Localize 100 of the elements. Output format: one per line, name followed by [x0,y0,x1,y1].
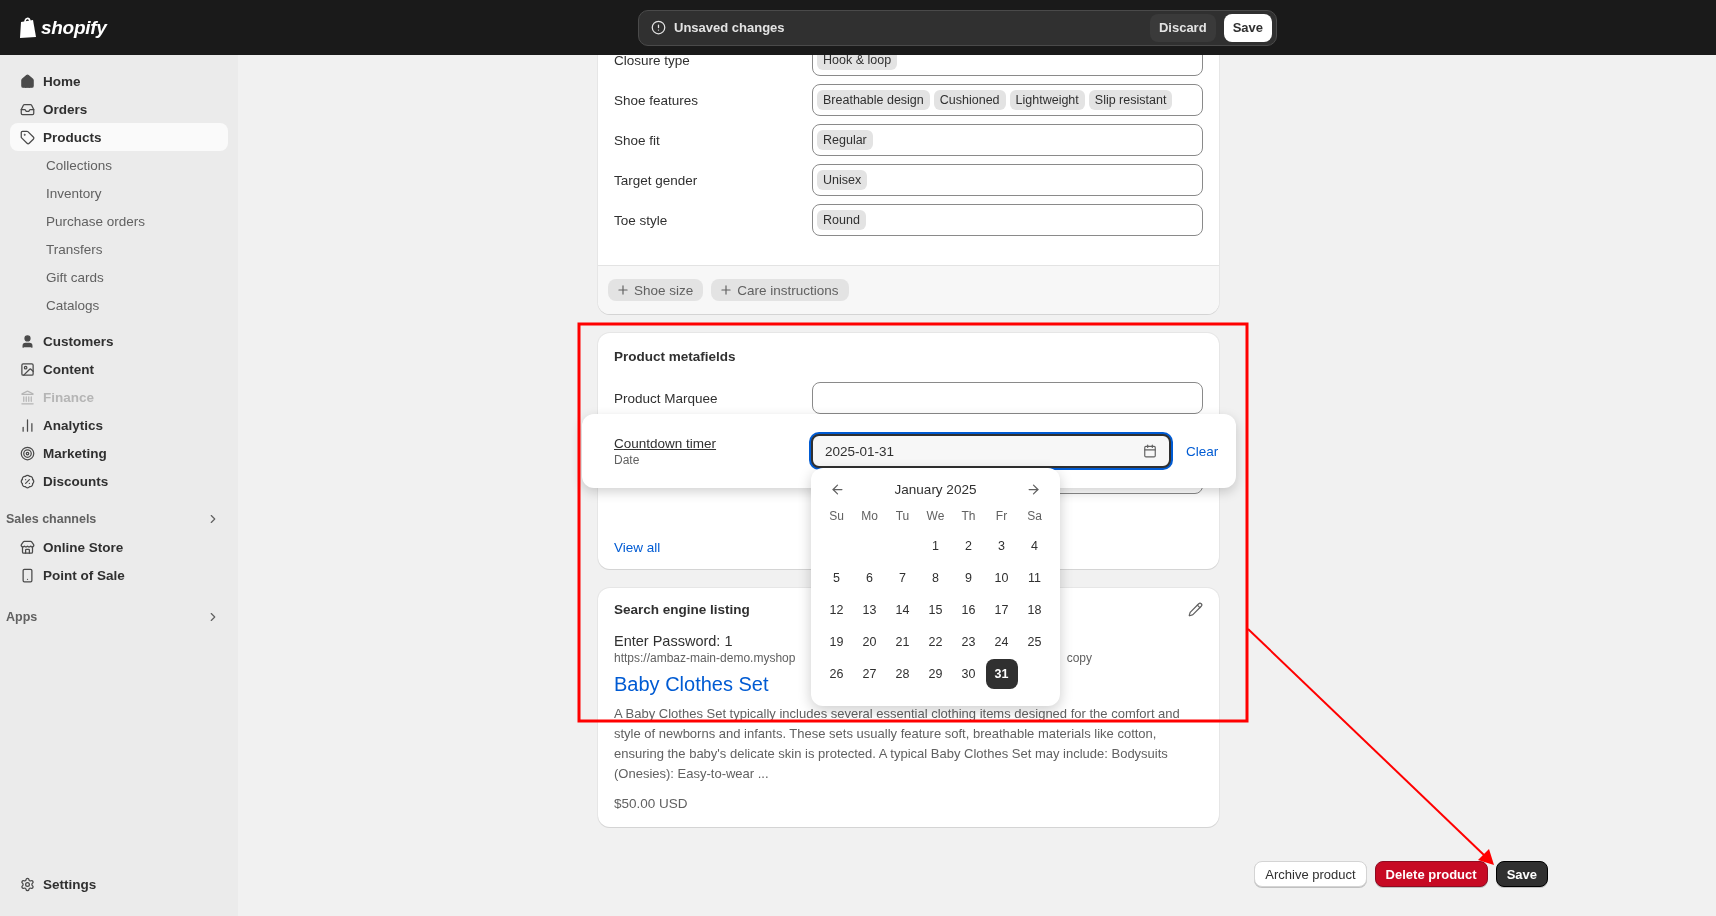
card-title: Product metafields [614,349,737,364]
add-field-button[interactable]: Care instructions [711,279,849,301]
discard-button[interactable]: Discard [1149,13,1216,42]
nav-icon [20,129,35,145]
nav-icon [20,473,35,489]
calendar-icon [1143,444,1157,458]
calendar-day[interactable]: 24 [985,627,1018,657]
seo-description: A Baby Clothes Set typically includes several essential clothing items designed for the comfort and style of newborns and infants. These sets usually feature soft, breathable materials like cotton, ensuring the baby's delicate skin is protected. A typical Baby Clothes Set may include: Bodysuits (Onesies): Easy-to-wear ... [614,705,1181,783]
channel-icon [20,567,35,583]
calendar-day[interactable]: 5 [820,563,853,593]
seo-page-title: Enter Password: 1 [614,633,733,649]
calendar-day[interactable]: 20 [853,627,886,657]
sidebar-subitem[interactable]: Gift cards [10,263,228,291]
weekday-label: Fr [995,509,1008,523]
plus-icon [616,283,630,297]
month-title: January 2025 [894,481,977,497]
calendar-day[interactable]: 11 [1018,563,1051,593]
calendar-day[interactable]: 23 [952,627,985,657]
sidebar-item[interactable]: Discounts [10,467,228,495]
tags-field[interactable]: Breathable design Cushioned Lightweight Slip resistant [812,84,1203,116]
sidebar-item[interactable]: Marketing [10,439,228,467]
sidebar-item[interactable]: Online Store [10,533,228,561]
nav-icon [20,101,35,117]
calendar-day[interactable]: 29 [919,659,952,689]
tags-field[interactable]: Hook & loop [812,55,1203,76]
date-field[interactable]: 2025-01-31 [811,434,1171,468]
sidebar-item[interactable]: Orders [10,95,228,123]
save-button[interactable]: Save [1495,861,1548,887]
previous-month-icon[interactable] [830,481,845,497]
sidebar-item[interactable]: Customers [10,327,228,355]
calendar-day[interactable]: 31 [985,659,1018,689]
calendar-day[interactable]: 26 [820,659,853,689]
calendar-day[interactable]: 18 [1018,595,1051,625]
tags-field[interactable]: Round [812,204,1203,236]
archive-button[interactable]: Archive product [1254,861,1367,887]
sidebar-item[interactable]: Analytics [10,411,228,439]
nav-icon [20,445,35,461]
tag: Regular [817,130,873,150]
calendar-day[interactable]: 15 [919,595,952,625]
field-label: Shoe fit [614,132,661,148]
calendar-day[interactable]: 22 [919,627,952,657]
calendar-day[interactable]: 25 [1018,627,1051,657]
calendar-day[interactable]: 21 [886,627,919,657]
weekday-label: Tu [895,509,910,523]
sidebar-subitem[interactable]: Catalogs [10,291,228,319]
calendar-day[interactable]: 28 [886,659,919,689]
logo[interactable]: shopify [41,16,107,39]
add-field-button[interactable]: Shoe size [608,279,704,301]
calendar-day[interactable]: 27 [853,659,886,689]
tags-field[interactable]: Regular [812,124,1203,156]
sidebar-item[interactable]: Products [10,123,228,151]
weekday-label: Su [829,509,844,523]
field-type: Date [614,452,641,467]
clear-link[interactable]: Clear [1186,443,1236,459]
sidebar-subitem[interactable]: Inventory [10,179,228,207]
field-label[interactable]: Countdown timer [614,435,811,451]
calendar-day[interactable]: 2 [952,531,985,561]
nav-icon [20,389,35,405]
calendar-day[interactable]: 1 [919,531,952,561]
seo-url: https://ambaz-main-demo.myshop [614,651,796,665]
save-button[interactable]: Save [1223,13,1272,42]
sidebar-item[interactable]: Content [10,355,228,383]
settings-icon [20,876,35,892]
calendar-day[interactable]: 16 [952,595,985,625]
nav-icon [20,417,35,433]
calendar-day[interactable]: 12 [820,595,853,625]
calendar-day[interactable]: 13 [853,595,886,625]
calendar-day[interactable]: 8 [919,563,952,593]
calendar-day[interactable]: 4 [1018,531,1051,561]
plus-icon [719,283,734,297]
calendar-day[interactable]: 19 [820,627,853,657]
nav-icon [20,73,35,89]
sidebar-item[interactable]: Point of Sale [10,561,228,589]
calendar-day[interactable]: 14 [886,595,919,625]
channel-icon [20,539,35,555]
sidebar-subitem[interactable]: Collections [10,151,228,179]
settings-item[interactable]: Settings [10,870,228,898]
nav-icon [20,333,35,349]
seo-product-title: Baby Clothes Set [614,673,769,696]
calendar-day[interactable]: 30 [952,659,985,689]
calendar-day[interactable]: 10 [985,563,1018,593]
calendar-day[interactable]: 17 [985,595,1018,625]
calendar-day[interactable]: 9 [952,563,985,593]
field-label: Shoe features [614,92,700,108]
nav-icon [20,361,35,377]
sidebar-item[interactable]: Home [10,67,228,95]
calendar-day[interactable]: 7 [886,563,919,593]
edit-icon[interactable] [1188,602,1203,617]
calendar-day[interactable]: 3 [985,531,1018,561]
calendar-day[interactable]: 6 [853,563,886,593]
sidebar-subitem[interactable]: Transfers [10,235,228,263]
tag: Unisex [817,170,868,190]
delete-button[interactable]: Delete product [1374,861,1488,887]
text-field[interactable] [812,382,1203,414]
next-month-icon[interactable] [1026,481,1041,497]
tags-field[interactable]: Unisex [812,164,1203,196]
tag: Cushioned [933,90,1006,110]
seo-price: $50.00 USD [614,796,688,811]
view-all-link[interactable]: View all [614,540,661,555]
sidebar-subitem[interactable]: Purchase orders [10,207,228,235]
